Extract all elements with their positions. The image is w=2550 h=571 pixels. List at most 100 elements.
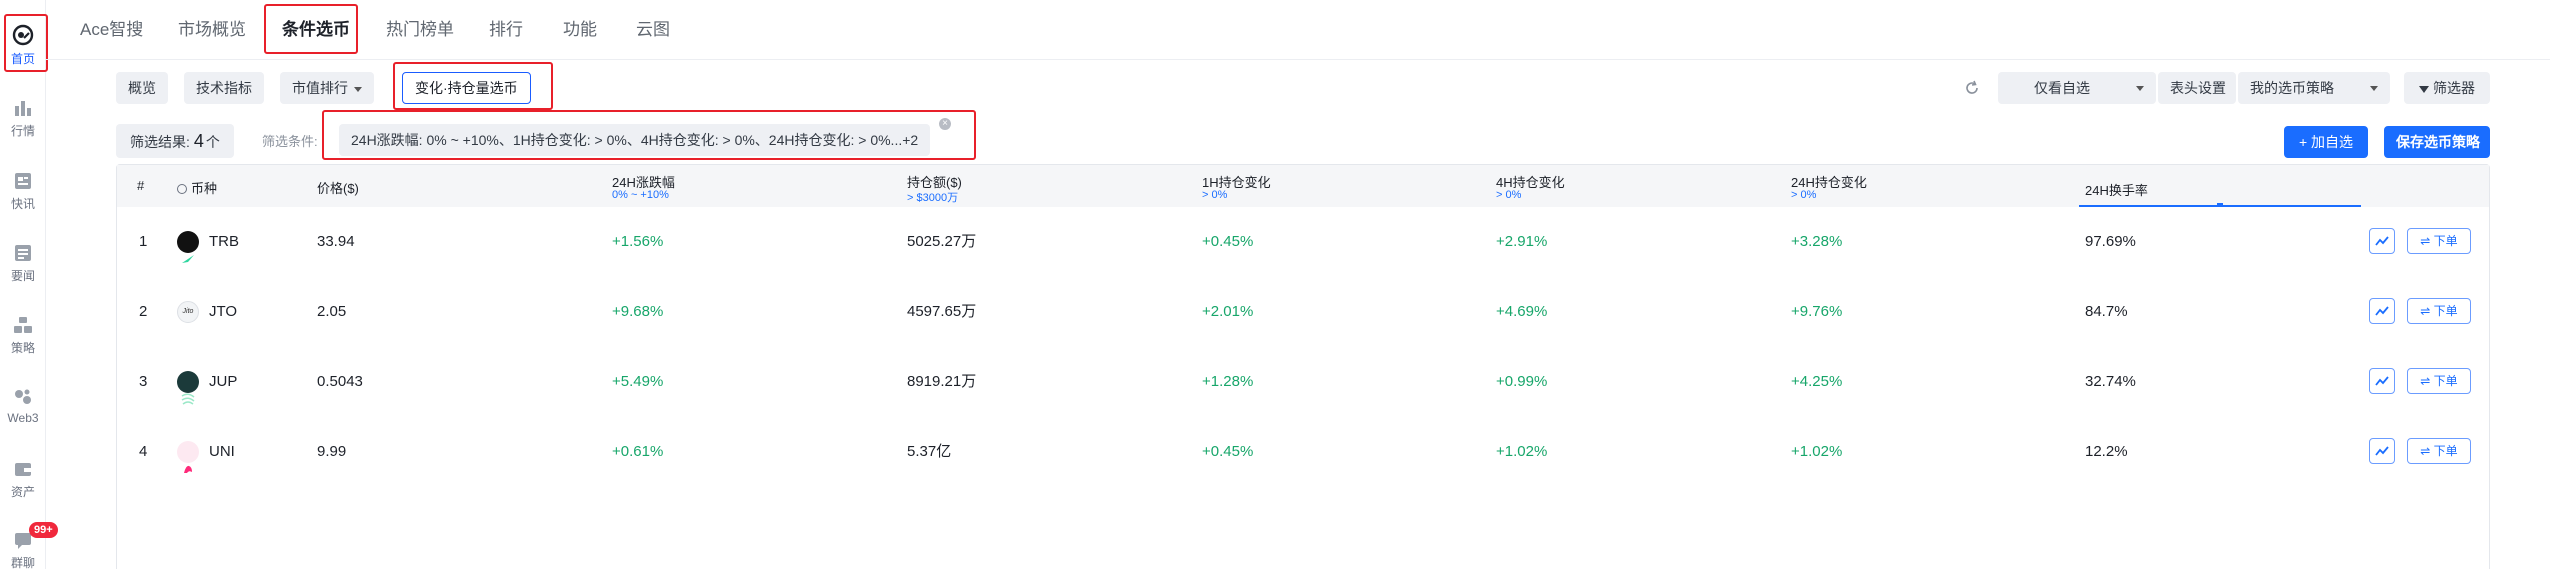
- row-oi-change-1h: +0.45%: [1202, 233, 1254, 250]
- row-turnover-24h: 84.7%: [2085, 303, 2128, 320]
- row-price: 2.05: [317, 303, 347, 320]
- watchlist-only-select[interactable]: 仅看自选: [1998, 72, 2156, 104]
- nav-tab-cloud-map[interactable]: 云图: [636, 0, 670, 60]
- coin-symbol: TRB: [209, 233, 239, 250]
- chart-button[interactable]: [2369, 298, 2395, 324]
- row-change-24h: +5.49%: [612, 373, 664, 390]
- sidebar-item-label: 资产: [10, 485, 35, 499]
- condition-label: 筛选条件:: [262, 134, 318, 149]
- table-row[interactable]: 4 UNI 9.99 +0.61% 5.37亿 +0.45% +1.02% +1…: [117, 417, 2489, 487]
- headlines-icon: [15, 245, 31, 261]
- table-row[interactable]: 2 Jito JTO 2.05 +9.68% 4597.65万 +2.01% +…: [117, 277, 2489, 347]
- sidebar-item-label: Web3: [7, 411, 39, 425]
- nav-tab-market-overview[interactable]: 市场概览: [178, 0, 246, 60]
- tab-overview[interactable]: 概览: [116, 72, 168, 104]
- highlight-box-home: [4, 14, 48, 72]
- row-coin[interactable]: JUP: [177, 347, 237, 417]
- unread-badge: 99+: [29, 522, 58, 538]
- sidebar-item-assets[interactable]: 资产: [0, 459, 46, 500]
- my-strategy-label: 我的选币策略: [2250, 80, 2334, 96]
- place-order-button[interactable]: ⇌ 下单: [2407, 368, 2471, 394]
- row-oi-change-4h: +4.69%: [1496, 303, 1548, 320]
- filter-label: 筛选器: [2433, 80, 2475, 96]
- sidebar-item-market[interactable]: 行情: [0, 98, 46, 139]
- results-table: # 币种 价格($) 24H涨跌幅 0% ~ +10% 持仓额($) > $3000…: [116, 164, 2490, 569]
- news-flash-icon: [15, 173, 31, 189]
- row-coin[interactable]: Jito JTO: [177, 277, 237, 347]
- chart-button[interactable]: [2369, 438, 2395, 464]
- row-rank: 1: [139, 233, 148, 250]
- sidebar-item-headlines[interactable]: 要闻: [0, 243, 46, 284]
- sidebar-item-label: 策略: [10, 341, 35, 355]
- tab-technical-indicators[interactable]: 技术指标: [184, 72, 264, 104]
- row-price: 9.99: [317, 443, 347, 460]
- sort-indicator-marker: [2217, 203, 2223, 206]
- chart-button[interactable]: [2369, 368, 2395, 394]
- highlight-box-nav-tab: [264, 4, 358, 54]
- web3-icon: [15, 389, 31, 404]
- coin-symbol: UNI: [209, 443, 235, 460]
- row-open-interest: 5.37亿: [907, 443, 952, 460]
- col-coin-title: 币种: [191, 181, 218, 196]
- refresh-icon[interactable]: [1964, 80, 1980, 96]
- trend-line-icon: [2375, 306, 2389, 316]
- row-turnover-24h: 97.69%: [2085, 233, 2136, 250]
- nav-tab-ace-search[interactable]: Ace智搜: [80, 0, 143, 60]
- row-rank: 4: [139, 443, 148, 460]
- sidebar-item-label: 要闻: [10, 269, 35, 283]
- chart-button[interactable]: [2369, 228, 2395, 254]
- row-rank: 2: [139, 303, 148, 320]
- place-order-button[interactable]: ⇌ 下单: [2407, 438, 2471, 464]
- row-oi-change-4h: +1.02%: [1496, 443, 1548, 460]
- table-header: # 币种 价格($) 24H涨跌幅 0% ~ +10% 持仓额($) > $3000…: [117, 165, 2489, 207]
- sidebar-item-label: 群聊: [10, 556, 35, 570]
- tab-market-cap-label: 市值排行: [292, 80, 348, 96]
- table-row[interactable]: 3 JUP 0.5043 +5.49% 8919.21万 +1.28% +0.9…: [117, 347, 2489, 417]
- coin-symbol: JTO: [209, 303, 238, 320]
- uni-logo-icon: [177, 441, 199, 473]
- trend-line-icon: [2375, 376, 2389, 386]
- row-coin[interactable]: UNI: [177, 417, 235, 487]
- save-strategy-button[interactable]: 保存选币策略: [2384, 126, 2490, 158]
- row-price: 0.5043: [317, 373, 363, 390]
- nav-tab-hot-lists[interactable]: 热门榜单: [386, 0, 454, 60]
- nav-tab-features[interactable]: 功能: [563, 0, 597, 60]
- row-change-24h: +1.56%: [612, 233, 664, 250]
- top-nav: Ace智搜 市场概览 条件选币 热门榜单 排行 功能 云图: [46, 0, 2550, 60]
- nav-tab-ranking[interactable]: 排行: [489, 0, 523, 60]
- row-oi-change-24h: +3.28%: [1791, 233, 1843, 250]
- row-change-24h: +9.68%: [612, 303, 664, 320]
- sidebar-item-web3[interactable]: Web3: [0, 387, 46, 425]
- place-order-button[interactable]: ⇌ 下单: [2407, 228, 2471, 254]
- place-order-button[interactable]: ⇌ 下单: [2407, 298, 2471, 324]
- sidebar-item-strategy[interactable]: 策略: [0, 315, 46, 356]
- caret-down-icon: [2370, 86, 2378, 91]
- sidebar-item-chat[interactable]: 99+ 群聊: [0, 522, 58, 571]
- tab-market-cap-ranking[interactable]: 市值排行: [280, 72, 374, 104]
- table-row[interactable]: 1 TRB 33.94 +1.56% 5025.27万 +0.45% +2.91…: [117, 207, 2489, 277]
- row-open-interest: 8919.21万: [907, 373, 977, 390]
- header-settings-button[interactable]: 表头设置: [2158, 72, 2236, 104]
- row-oi-change-4h: +0.99%: [1496, 373, 1548, 390]
- funnel-icon: [2419, 85, 2429, 93]
- row-open-interest: 4597.65万: [907, 303, 977, 320]
- watchlist-only-label: 仅看自选: [2034, 80, 2090, 96]
- sidebar-item-label: 行情: [10, 124, 35, 138]
- row-coin[interactable]: TRB: [177, 207, 239, 277]
- row-open-interest: 5025.27万: [907, 233, 977, 250]
- filter-result: 筛选结果: 4 个: [116, 124, 234, 158]
- sidebar-item-flash[interactable]: 快讯: [0, 171, 46, 212]
- caret-down-icon: [2136, 86, 2144, 91]
- row-oi-change-4h: +2.91%: [1496, 233, 1548, 250]
- row-oi-change-1h: +0.45%: [1202, 443, 1254, 460]
- left-sidebar: 首页 行情 快讯 要闻 策略 Web3 资产 99+ 群聊: [0, 0, 58, 571]
- add-watchlist-button[interactable]: + 加自选: [2284, 126, 2368, 158]
- highlight-box-conditions: [322, 110, 976, 160]
- my-strategy-select[interactable]: 我的选币策略: [2238, 72, 2390, 104]
- filter-button[interactable]: 筛选器: [2404, 72, 2490, 104]
- row-oi-change-1h: +2.01%: [1202, 303, 1254, 320]
- sidebar-item-label: 快讯: [10, 197, 35, 211]
- search-icon: [177, 184, 187, 194]
- row-turnover-24h: 32.74%: [2085, 373, 2136, 390]
- coin-symbol: JUP: [209, 373, 238, 390]
